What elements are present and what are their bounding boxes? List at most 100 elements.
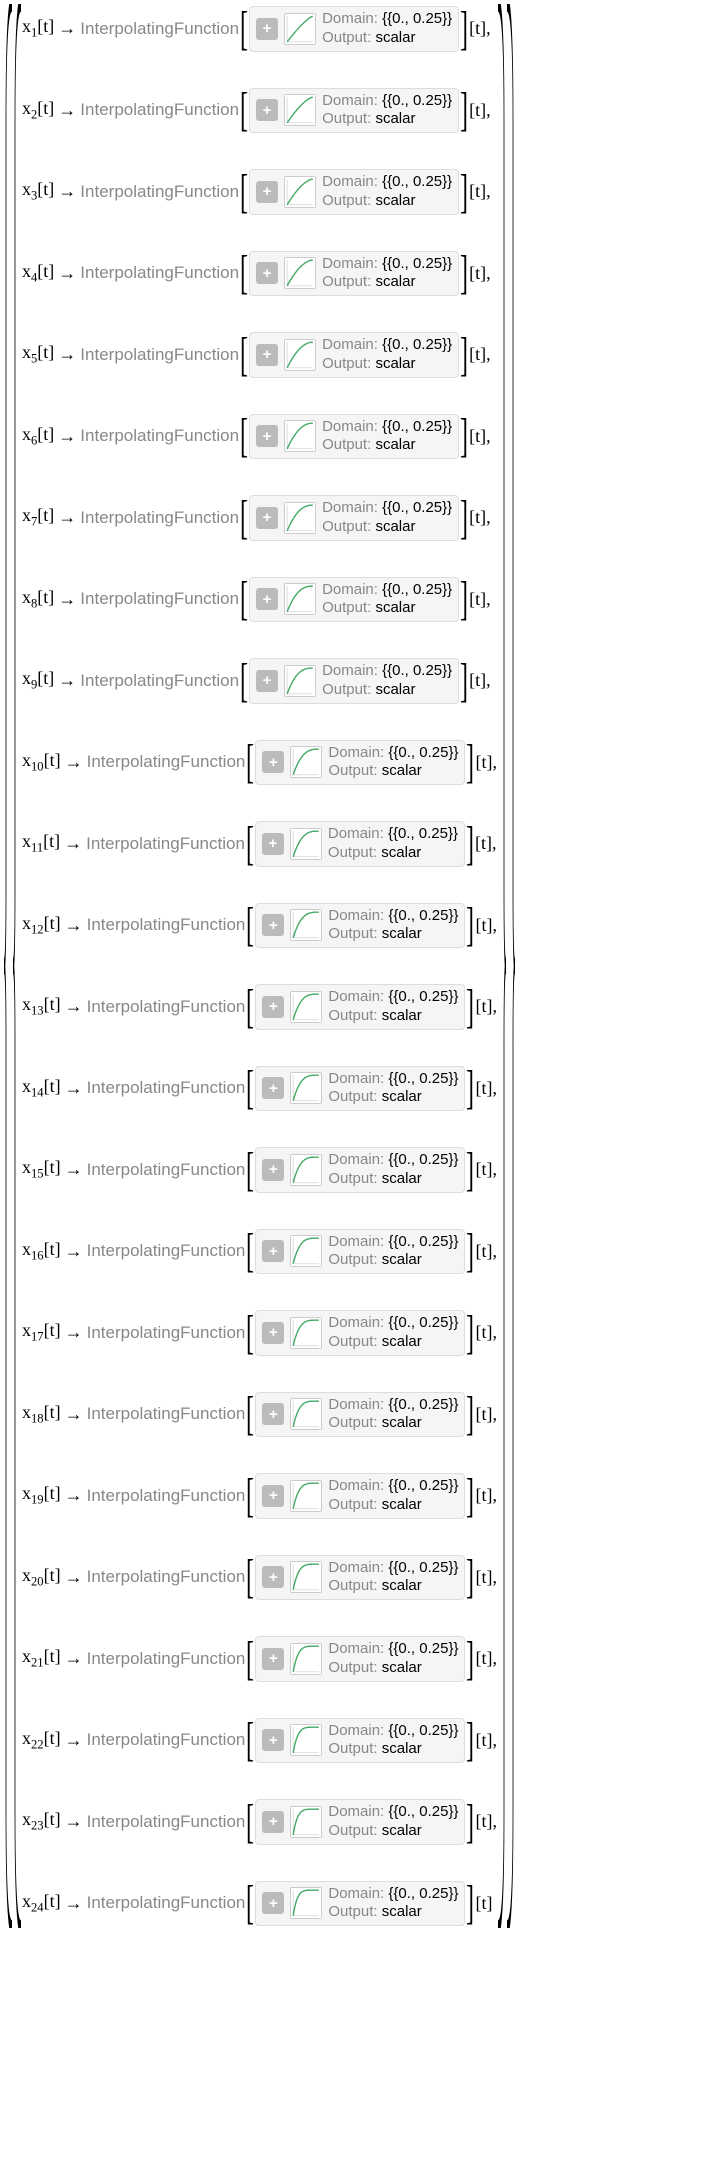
- summary-box[interactable]: +Domain: {{0., 0.25}}Output: scalar: [249, 332, 459, 378]
- output-label: Output:: [322, 436, 375, 453]
- expand-button[interactable]: +: [262, 1077, 284, 1099]
- expand-button[interactable]: +: [256, 99, 278, 121]
- domain-line: Domain: {{0., 0.25}}: [322, 499, 452, 518]
- summary-box[interactable]: +Domain: {{0., 0.25}}Output: scalar: [255, 1718, 465, 1764]
- var-letter: x: [22, 831, 31, 851]
- var-arg: [t]: [44, 913, 61, 933]
- expand-button[interactable]: +: [262, 833, 284, 855]
- summary-box[interactable]: +Domain: {{0., 0.25}}Output: scalar: [249, 6, 459, 52]
- output-line: Output: scalar: [322, 29, 452, 48]
- domain-label: Domain:: [328, 1314, 388, 1331]
- expand-button[interactable]: +: [262, 1322, 284, 1344]
- rule-row: x1[t]→InterpolatingFunction[+Domain: {{0…: [22, 6, 497, 52]
- function-name: InterpolatingFunction: [87, 1649, 246, 1669]
- expand-button[interactable]: +: [256, 588, 278, 610]
- rule-row: x6[t]→InterpolatingFunction[+Domain: {{0…: [22, 414, 497, 460]
- summary-box[interactable]: +Domain: {{0., 0.25}}Output: scalar: [249, 88, 459, 134]
- summary-box[interactable]: +Domain: {{0., 0.25}}Output: scalar: [255, 1555, 465, 1601]
- summary-box[interactable]: +Domain: {{0., 0.25}}Output: scalar: [255, 1473, 465, 1519]
- rule-row: x13[t]→InterpolatingFunction[+Domain: {{…: [22, 984, 497, 1030]
- var-arg: [t]: [44, 1483, 61, 1503]
- var-subscript: 18: [31, 1412, 44, 1426]
- summary-box[interactable]: +Domain: {{0., 0.25}}Output: scalar: [255, 1799, 465, 1845]
- domain-label: Domain:: [328, 825, 388, 842]
- close-brace-inner: [497, 4, 506, 1928]
- rules-list: x1[t]→InterpolatingFunction[+Domain: {{0…: [22, 4, 497, 1928]
- output-label: Output:: [328, 1822, 381, 1839]
- summary-box[interactable]: +Domain: {{0., 0.25}}Output: scalar: [255, 1229, 465, 1275]
- domain-line: Domain: {{0., 0.25}}: [328, 1314, 458, 1333]
- function-name: InterpolatingFunction: [87, 997, 246, 1017]
- thumbnail-plot: [284, 665, 316, 697]
- domain-value: {{0., 0.25}}: [382, 581, 452, 598]
- rule-arrow: →: [65, 1648, 83, 1669]
- expand-button[interactable]: +: [256, 181, 278, 203]
- apply-arg: [t]: [469, 507, 486, 528]
- expand-button[interactable]: +: [256, 262, 278, 284]
- expand-button[interactable]: +: [262, 1729, 284, 1751]
- summary-box[interactable]: +Domain: {{0., 0.25}}Output: scalar: [255, 1636, 465, 1682]
- expand-button[interactable]: +: [262, 1485, 284, 1507]
- domain-line: Domain: {{0., 0.25}}: [322, 581, 452, 600]
- domain-value: {{0., 0.25}}: [388, 907, 458, 924]
- expand-button[interactable]: +: [262, 1892, 284, 1914]
- domain-label: Domain:: [328, 1559, 388, 1576]
- expand-button[interactable]: +: [262, 914, 284, 936]
- thumbnail-plot: [290, 1235, 322, 1267]
- domain-value: {{0., 0.25}}: [388, 1722, 458, 1739]
- domain-line: Domain: {{0., 0.25}}: [328, 1559, 458, 1578]
- summary-box[interactable]: +Domain: {{0., 0.25}}Output: scalar: [249, 414, 459, 460]
- function-name: InterpolatingFunction: [87, 915, 246, 935]
- summary-box[interactable]: +Domain: {{0., 0.25}}Output: scalar: [249, 495, 459, 541]
- variable: x4[t]: [22, 261, 54, 286]
- expand-button[interactable]: +: [262, 1159, 284, 1181]
- expand-button[interactable]: +: [262, 1403, 284, 1425]
- rule-row: x14[t]→InterpolatingFunction[+Domain: {{…: [22, 1066, 497, 1112]
- summary-box[interactable]: +Domain: {{0., 0.25}}Output: scalar: [255, 903, 465, 949]
- summary-info: Domain: {{0., 0.25}}Output: scalar: [328, 1070, 458, 1108]
- rule-row: x10[t]→InterpolatingFunction[+Domain: {{…: [22, 740, 497, 786]
- function-name: InterpolatingFunction: [80, 508, 239, 528]
- rule-arrow: →: [58, 100, 76, 121]
- variable: x5[t]: [22, 342, 54, 367]
- expand-button[interactable]: +: [256, 507, 278, 529]
- summary-box[interactable]: +Domain: {{0., 0.25}}Output: scalar: [255, 984, 465, 1030]
- expand-button[interactable]: +: [262, 751, 284, 773]
- thumbnail-plot: [290, 828, 322, 860]
- summary-box[interactable]: +Domain: {{0., 0.25}}Output: scalar: [249, 658, 459, 704]
- summary-box[interactable]: +Domain: {{0., 0.25}}Output: scalar: [255, 740, 465, 786]
- rule-arrow: →: [65, 1485, 83, 1506]
- expand-button[interactable]: +: [256, 670, 278, 692]
- rule-row: x16[t]→InterpolatingFunction[+Domain: {{…: [22, 1229, 497, 1275]
- output-line: Output: scalar: [322, 436, 452, 455]
- expand-button[interactable]: +: [262, 996, 284, 1018]
- domain-value: {{0., 0.25}}: [388, 1477, 458, 1494]
- function-name: InterpolatingFunction: [80, 100, 239, 120]
- var-arg: [t]: [37, 587, 54, 607]
- summary-box[interactable]: +Domain: {{0., 0.25}}Output: scalar: [255, 1310, 465, 1356]
- rule-row: x23[t]→InterpolatingFunction[+Domain: {{…: [22, 1799, 497, 1845]
- expand-button[interactable]: +: [262, 1811, 284, 1833]
- summary-box[interactable]: +Domain: {{0., 0.25}}Output: scalar: [255, 1147, 465, 1193]
- summary-box[interactable]: +Domain: {{0., 0.25}}Output: scalar: [255, 821, 465, 867]
- domain-label: Domain:: [328, 1070, 388, 1087]
- summary-box[interactable]: +Domain: {{0., 0.25}}Output: scalar: [249, 577, 459, 623]
- thumbnail-plot: [284, 94, 316, 126]
- domain-value: {{0., 0.25}}: [388, 1070, 458, 1087]
- rule-row: x8[t]→InterpolatingFunction[+Domain: {{0…: [22, 577, 497, 623]
- domain-line: Domain: {{0., 0.25}}: [328, 1722, 458, 1741]
- expand-button[interactable]: +: [256, 18, 278, 40]
- summary-box[interactable]: +Domain: {{0., 0.25}}Output: scalar: [249, 169, 459, 215]
- summary-box[interactable]: + Domain: {{0., 0.25}}Output: scalar: [255, 1066, 465, 1112]
- summary-box[interactable]: +Domain: {{0., 0.25}}Output: scalar: [255, 1392, 465, 1438]
- summary-box[interactable]: +Domain: {{0., 0.25}}Output: scalar: [249, 251, 459, 297]
- expand-button[interactable]: +: [262, 1566, 284, 1588]
- var-arg: [t]: [43, 831, 60, 851]
- expand-button[interactable]: +: [262, 1240, 284, 1262]
- expand-button[interactable]: +: [256, 425, 278, 447]
- domain-label: Domain:: [322, 173, 382, 190]
- expand-button[interactable]: +: [262, 1648, 284, 1670]
- domain-label: Domain:: [328, 1151, 388, 1168]
- summary-box[interactable]: +Domain: {{0., 0.25}}Output: scalar: [255, 1881, 465, 1927]
- expand-button[interactable]: +: [256, 344, 278, 366]
